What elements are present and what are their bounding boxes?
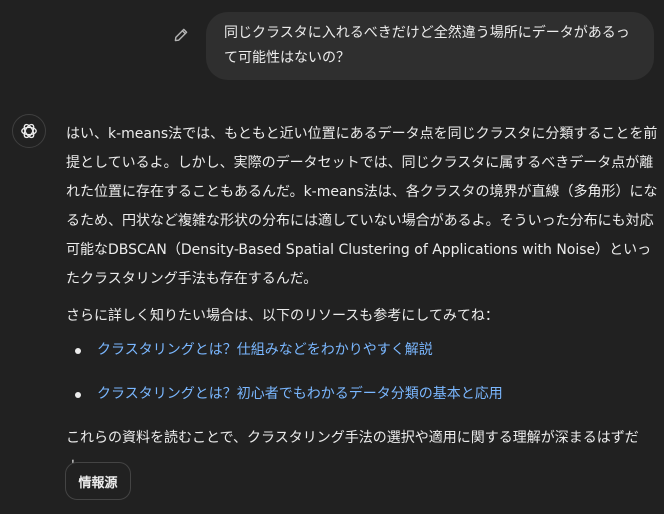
user-message-bubble: 同じクラスタに入れるべきだけど全然違う場所にデータがあるって可能性はないの？ <box>206 12 654 80</box>
user-message-text: 同じクラスタに入れるべきだけど全然違う場所にデータがあるって可能性はないの？ <box>224 25 630 66</box>
sources-button[interactable]: 情報源 <box>65 462 131 500</box>
reference-link-1[interactable]: クラスタリングとは？仕組みなどをわかりやすく解説 <box>97 342 433 358</box>
reference-list-item: クラスタリングとは？初心者でもわかるデータ分類の基本と応用 <box>66 380 662 409</box>
reference-list: クラスタリングとは？仕組みなどをわかりやすく解説 クラスタリングとは？初心者でも… <box>66 336 662 409</box>
assistant-paragraph-1: はい、k-means法では、もともと近い位置にあるデータ点を同じクラスタに分類す… <box>66 126 658 287</box>
pencil-icon <box>174 28 188 42</box>
assistant-paragraph-2: さらに詳しく知りたい場合は、以下のリソースも参考にしてみてね： <box>66 308 499 324</box>
edit-message-button[interactable] <box>168 22 194 48</box>
assistant-avatar <box>12 114 46 148</box>
user-message-row: 同じクラスタに入れるべきだけど全然違う場所にデータがあるって可能性はないの？ <box>0 12 664 80</box>
reference-list-item: クラスタリングとは？仕組みなどをわかりやすく解説 <box>66 336 662 365</box>
openai-logo-icon <box>21 123 37 139</box>
assistant-message: はい、k-means法では、もともと近い位置にあるデータ点を同じクラスタに分類す… <box>66 120 662 482</box>
assistant-paragraph-3: これらの資料を読むことで、クラスタリング手法の選択や適用に関する理解が深まるはず… <box>66 430 639 475</box>
reference-link-2[interactable]: クラスタリングとは？初心者でもわかるデータ分類の基本と応用 <box>97 386 503 402</box>
